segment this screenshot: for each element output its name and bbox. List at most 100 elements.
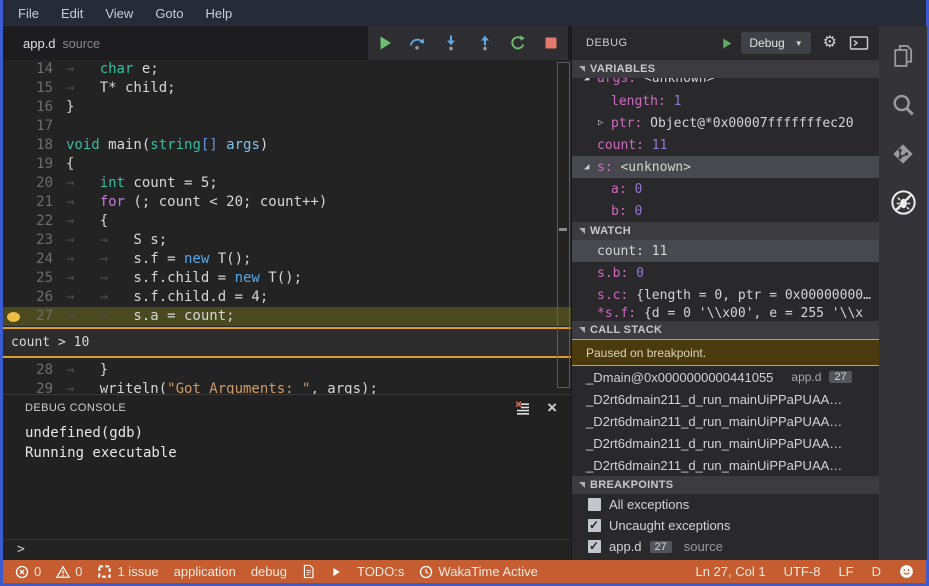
- code-line-15[interactable]: 15 → T* child;: [3, 79, 571, 98]
- gutter-breakpoint-area[interactable]: [3, 174, 23, 193]
- code-editor[interactable]: 14 → char e; 15 → T* child; 16} 17 18 void main(s…: [3, 60, 571, 394]
- close-icon[interactable]: ×: [547, 399, 557, 416]
- breakpoint-row[interactable]: Uncaught exceptions: [572, 515, 879, 536]
- watch-row-sf[interactable]: *s.f: {d = 0 '\\x00', e = 255 '\\x: [572, 306, 879, 321]
- watch-row-count[interactable]: count: 11: [572, 240, 879, 262]
- stop-button[interactable]: [540, 32, 562, 54]
- checkbox[interactable]: [588, 518, 601, 532]
- status-frame-status[interactable]: 1 issue: [97, 564, 159, 579]
- gutter-breakpoint-area[interactable]: [3, 136, 23, 155]
- code-line-29[interactable]: 29 → writeln("Got Arguments: ", args);: [3, 380, 571, 394]
- gutter-breakpoint-area[interactable]: [3, 155, 23, 174]
- code-line-25[interactable]: 25 → → s.f.child = new T();: [3, 269, 571, 288]
- console-prompt[interactable]: >: [3, 539, 571, 560]
- tab-app-d[interactable]: app.d source: [3, 36, 114, 51]
- code-line-20[interactable]: 20 → int count = 5;: [3, 174, 571, 193]
- call-stack-section-header[interactable]: CALL STACK: [572, 321, 879, 339]
- variable-row-ptr[interactable]: ▷ ptr: Object@*0x00007fffffffec20: [572, 112, 879, 134]
- search-icon[interactable]: [890, 91, 917, 118]
- variables-section-header[interactable]: VARIABLES: [572, 60, 879, 78]
- code-line-22[interactable]: 22 →{: [3, 212, 571, 231]
- gutter-breakpoint-area[interactable]: [3, 193, 23, 212]
- status-clock-status[interactable]: WakaTime Active: [419, 564, 538, 579]
- source-control-icon[interactable]: [890, 140, 917, 167]
- code-line-24[interactable]: 24 → → s.f = new T();: [3, 250, 571, 269]
- variable-row-count[interactable]: count: 11: [572, 134, 879, 156]
- status-play-status[interactable]: [330, 566, 342, 578]
- status-smiley-status[interactable]: [899, 564, 914, 579]
- start-debug-icon[interactable]: [720, 37, 733, 50]
- gutter-breakpoint-area[interactable]: [3, 98, 23, 117]
- breakpoint-row[interactable]: All exceptions: [572, 494, 879, 515]
- checkbox[interactable]: [588, 539, 601, 553]
- scrollbar-slider[interactable]: [557, 62, 570, 388]
- gear-icon[interactable]: ⚙: [823, 35, 837, 51]
- variable-row-a[interactable]: a: 0: [572, 178, 879, 200]
- callstack-frame[interactable]: _D2rt6dmain211_d_run_mainUiPPaPUAA…: [572, 410, 879, 432]
- status-application[interactable]: application: [174, 564, 236, 579]
- watch-row-sb[interactable]: s.b: 0: [572, 262, 879, 284]
- watch-row-sc[interactable]: s.c: {length = 0, ptr = 0x00000000…: [572, 284, 879, 306]
- status-warning-status[interactable]: 0: [56, 564, 82, 579]
- code-line-28[interactable]: 28 →}: [3, 361, 571, 380]
- gutter-breakpoint-area[interactable]: [3, 269, 23, 288]
- twistie-open-icon[interactable]: ◢: [584, 78, 597, 83]
- status-error-status[interactable]: 0: [15, 564, 41, 579]
- breakpoints-section-header[interactable]: BREAKPOINTS: [572, 476, 879, 494]
- variable-row-args[interactable]: ◢ args: <unknown>: [572, 78, 879, 90]
- callstack-frame[interactable]: _D2rt6dmain211_d_run_mainUiPPaPUAA…: [572, 388, 879, 410]
- gutter-breakpoint-area[interactable]: [3, 79, 23, 98]
- gutter-breakpoint-area[interactable]: [3, 231, 23, 250]
- editor-scrollbar[interactable]: [556, 60, 571, 394]
- code-line-17[interactable]: 17: [3, 117, 571, 136]
- gutter-breakpoint-area[interactable]: [3, 60, 23, 79]
- code-line-27[interactable]: 27 → → s.a = count;: [3, 307, 571, 326]
- code-line-26[interactable]: 26 → → s.f.child.d = 4;: [3, 288, 571, 307]
- callstack-frame[interactable]: _D2rt6dmain211_d_run_mainUiPPaPUAA…: [572, 432, 879, 454]
- restart-button[interactable]: [507, 32, 529, 54]
- watch-section-header[interactable]: WATCH: [572, 222, 879, 240]
- step-into-button[interactable]: [440, 32, 462, 54]
- menu-edit[interactable]: Edit: [50, 6, 94, 21]
- gutter-breakpoint-area[interactable]: [3, 250, 23, 269]
- gutter-breakpoint-area[interactable]: [3, 307, 23, 326]
- status-file-status[interactable]: [302, 564, 315, 579]
- code-line-14[interactable]: 14 → char e;: [3, 60, 571, 79]
- step-out-button[interactable]: [474, 32, 496, 54]
- gutter-breakpoint-area[interactable]: [3, 288, 23, 307]
- menu-file[interactable]: File: [7, 6, 50, 21]
- checkbox[interactable]: [588, 498, 601, 511]
- menu-view[interactable]: View: [94, 6, 144, 21]
- breakpoint-condition-widget[interactable]: count > 10: [3, 327, 571, 358]
- status-debug[interactable]: debug: [251, 564, 287, 579]
- code-line-16[interactable]: 16}: [3, 98, 571, 117]
- gutter-breakpoint-area[interactable]: [3, 212, 23, 231]
- debug-icon[interactable]: [890, 189, 917, 216]
- menu-goto[interactable]: Goto: [144, 6, 194, 21]
- breakpoint-row[interactable]: app.d 27 source: [572, 536, 879, 557]
- code-line-18[interactable]: 18 void main(string[] args): [3, 136, 571, 155]
- variable-row-b[interactable]: b: 0: [572, 200, 879, 222]
- variable-row-length[interactable]: length: 1: [572, 90, 879, 112]
- status-todo-s[interactable]: TODO:s: [357, 564, 404, 579]
- open-console-icon[interactable]: [849, 35, 869, 51]
- clear-console-icon[interactable]: [514, 400, 531, 417]
- twistie-open-icon[interactable]: ◢: [584, 162, 597, 172]
- status-ln-27-col-1[interactable]: Ln 27, Col 1: [695, 564, 765, 579]
- continue-button[interactable]: [374, 32, 396, 54]
- gutter-breakpoint-area[interactable]: [3, 361, 23, 380]
- code-line-23[interactable]: 23 → → S s;: [3, 231, 571, 250]
- gutter-breakpoint-area[interactable]: [3, 380, 23, 394]
- callstack-frame[interactable]: _Dmain@0x0000000000441055 app.d 27: [572, 366, 879, 388]
- twistie-closed-icon[interactable]: ▷: [598, 118, 611, 128]
- gutter-breakpoint-area[interactable]: [3, 117, 23, 136]
- breakpoint-dot[interactable]: [7, 311, 20, 322]
- status-lf[interactable]: LF: [838, 564, 853, 579]
- files-icon[interactable]: [890, 42, 917, 69]
- code-line-19[interactable]: 19 {: [3, 155, 571, 174]
- debug-config-dropdown[interactable]: Debug ▼: [741, 32, 811, 54]
- menu-help[interactable]: Help: [195, 6, 244, 21]
- callstack-frame[interactable]: _D2rt6dmain211_d_run_mainUiPPaPUAA…: [572, 454, 879, 476]
- status-utf-8[interactable]: UTF-8: [784, 564, 821, 579]
- variable-row-s[interactable]: ◢ s: <unknown>: [572, 156, 879, 178]
